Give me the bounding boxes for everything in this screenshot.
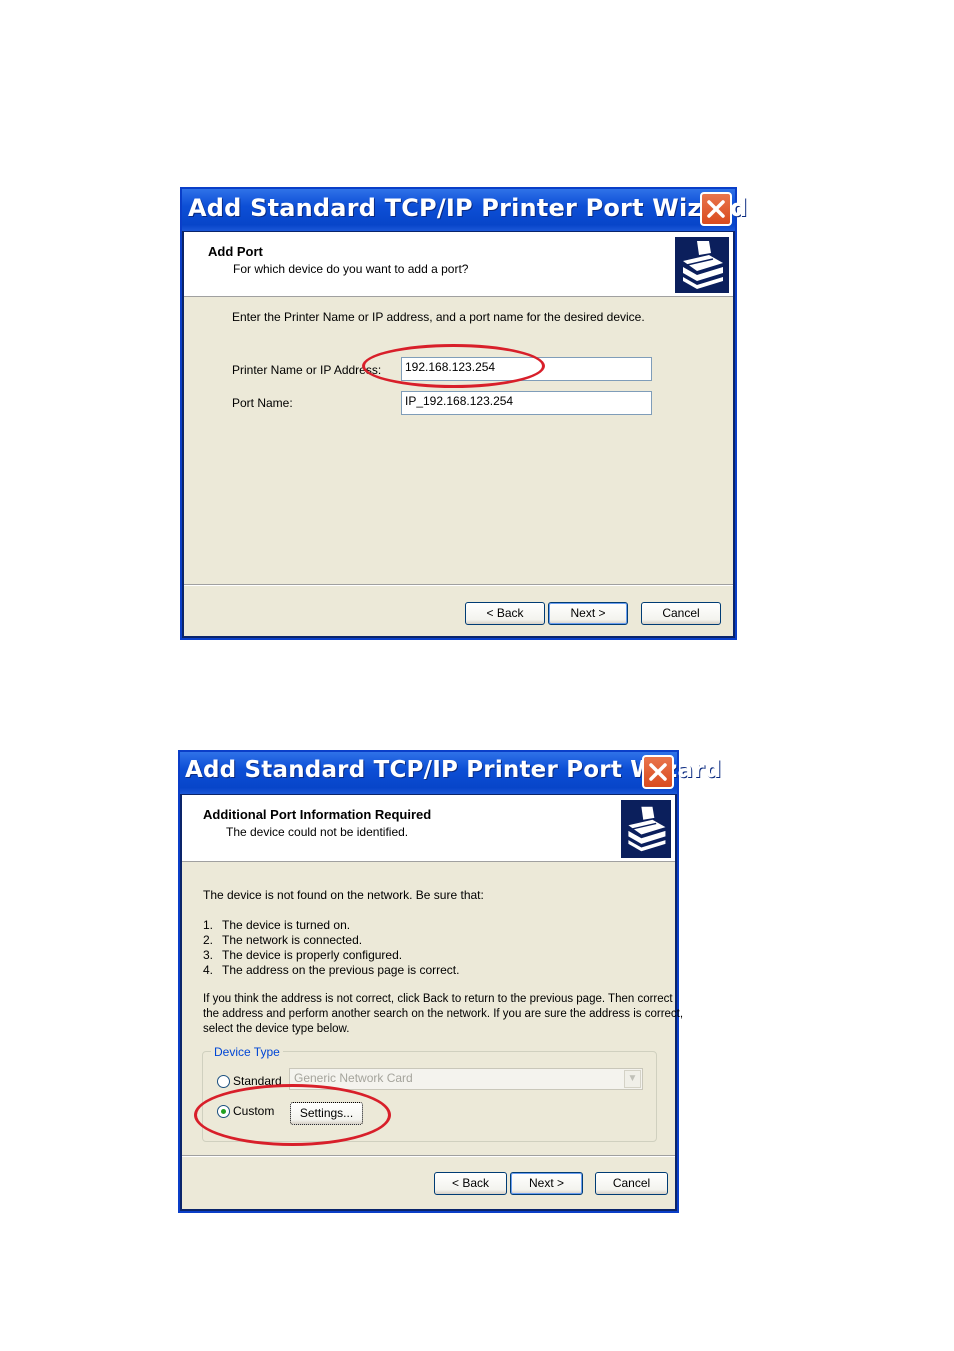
- device-type-label: Device Type: [211, 1045, 283, 1059]
- checklist-item: The device is properly configured.: [222, 948, 403, 962]
- standard-radio[interactable]: [217, 1075, 230, 1088]
- next-button[interactable]: Next >: [510, 1172, 583, 1195]
- intro-text: The device is not found on the network. …: [203, 888, 484, 902]
- cancel-button[interactable]: Cancel: [595, 1172, 668, 1195]
- next-button[interactable]: Next >: [548, 602, 628, 625]
- header-subtitle: The device could not be identified.: [226, 825, 409, 839]
- window-title: Add Standard TCP/IP Printer Port Wizard: [188, 194, 748, 222]
- window-title: Add Standard TCP/IP Printer Port Wizard: [185, 757, 722, 783]
- close-icon: [707, 200, 725, 218]
- checklist-item: The device is turned on.: [222, 918, 351, 932]
- device-type-combo[interactable]: Generic Network Card ▼: [289, 1068, 643, 1090]
- checklist-item: The network is connected.: [222, 933, 363, 947]
- wizard-dialog-additional-info: Add Standard TCP/IP Printer Port Wizard …: [178, 750, 721, 1213]
- checklist-number: 3.: [203, 948, 214, 962]
- header-title: Additional Port Information Required: [203, 807, 432, 822]
- title-bar[interactable]: Add Standard TCP/IP Printer Port Wizard: [182, 189, 747, 231]
- paragraph-line: select the device type below.: [203, 1023, 350, 1035]
- printer-wizard-icon: [675, 237, 729, 293]
- port-name-label: Port Name:: [232, 396, 293, 410]
- checklist-number: 2.: [203, 933, 214, 947]
- checklist-number: 4.: [203, 963, 214, 977]
- paragraph-line: the address and perform another search o…: [203, 1008, 684, 1020]
- printer-name-label: Printer Name or IP Address:: [232, 363, 382, 377]
- close-icon: [649, 763, 667, 781]
- checklist-item: The address on the previous page is corr…: [222, 963, 460, 977]
- paragraph-line: If you think the address is not correct,…: [203, 993, 673, 1005]
- wizard-dialog-add-port: Add Standard TCP/IP Printer Port Wizard …: [180, 187, 747, 640]
- port-name-input[interactable]: IP_192.168.123.254: [401, 391, 652, 415]
- header-subtitle: For which device do you want to add a po…: [233, 262, 469, 276]
- header-title: Add Port: [208, 244, 263, 259]
- cancel-button[interactable]: Cancel: [641, 602, 721, 625]
- wizard-header: Add Port For which device do you want to…: [184, 232, 733, 297]
- back-button[interactable]: < Back: [434, 1172, 507, 1195]
- instructions-text: Enter the Printer Name or IP address, an…: [232, 310, 645, 324]
- back-button[interactable]: < Back: [465, 602, 545, 625]
- footer-separator: [182, 1155, 675, 1157]
- chevron-down-icon[interactable]: ▼: [624, 1070, 641, 1088]
- highlight-annotation: [362, 344, 545, 388]
- close-button[interactable]: [642, 755, 674, 789]
- combo-value: Generic Network Card: [294, 1071, 413, 1085]
- title-bar[interactable]: Add Standard TCP/IP Printer Port Wizard: [180, 752, 721, 794]
- wizard-content: The device is not found on the network. …: [182, 862, 683, 1209]
- close-button[interactable]: [700, 192, 732, 226]
- checklist-number: 1.: [203, 918, 214, 932]
- wizard-header: Additional Port Information Required The…: [182, 795, 675, 862]
- highlight-annotation: [194, 1084, 391, 1146]
- printer-wizard-icon: [621, 800, 671, 858]
- footer-separator: [184, 584, 733, 586]
